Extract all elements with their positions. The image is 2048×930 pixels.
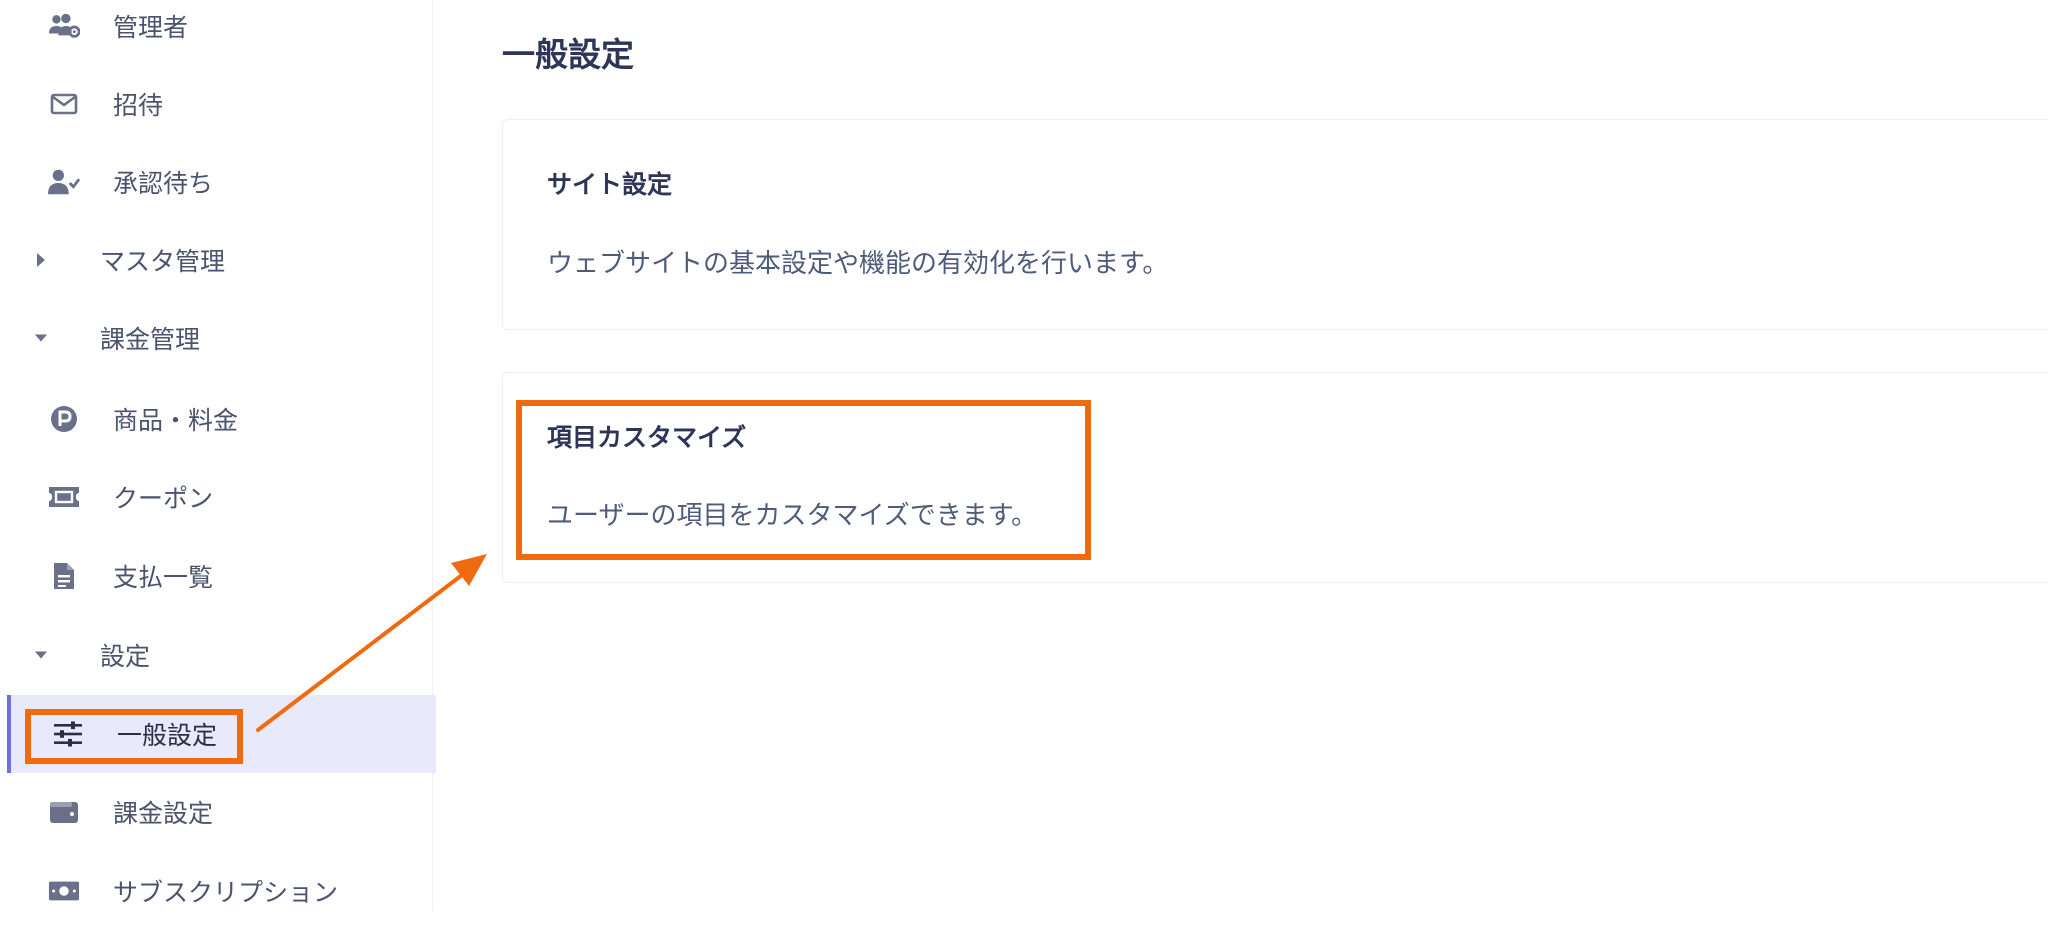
sidebar: 管理者 招待 承認待ち マスタ管理 課金管理 商品・料金 クーポン 支払一覧 設… (0, 0, 436, 911)
card-description: ユーザーの項目をカスタマイズできます。 (547, 501, 1038, 531)
sidebar-item-label: クーポン (113, 484, 214, 513)
card-title: サイト設定 (547, 170, 673, 199)
sidebar-item-general-settings[interactable]: 一般設定 (7, 695, 436, 773)
money-bill-icon (48, 875, 80, 907)
ticket-icon (48, 481, 80, 513)
caret-down-icon (34, 331, 48, 345)
sidebar-item-invite[interactable]: 招待 (0, 65, 432, 143)
sidebar-item-pending[interactable]: 承認待ち (0, 143, 432, 221)
caret-right-icon (34, 253, 48, 267)
sidebar-item-label: サブスクリプション (113, 878, 339, 907)
site-settings-card[interactable]: サイト設定 ウェブサイトの基本設定や機能の有効化を行います。 (502, 119, 2048, 330)
parking-circle-icon (48, 403, 80, 435)
sidebar-item-subscription[interactable]: サブスクリプション (0, 852, 432, 930)
card-title: 項目カスタマイズ (547, 423, 747, 452)
sidebar-item-payments[interactable]: 支払一覧 (0, 537, 432, 615)
sidebar-item-coupon[interactable]: クーポン (0, 458, 432, 536)
sidebar-item-admins[interactable]: 管理者 (0, 0, 432, 65)
sidebar-item-label: 課金設定 (113, 799, 214, 828)
card-description: ウェブサイトの基本設定や機能の有効化を行います。 (547, 249, 1169, 279)
users-gear-icon (48, 10, 80, 42)
caret-down-icon (34, 648, 48, 662)
sidebar-group-master[interactable]: マスタ管理 (0, 221, 432, 299)
envelope-icon (48, 88, 80, 120)
page-title: 一般設定 (502, 35, 634, 74)
sidebar-item-label: 招待 (113, 91, 164, 120)
sidebar-item-products[interactable]: 商品・料金 (0, 380, 432, 458)
sidebar-item-label: 一般設定 (117, 721, 218, 750)
sidebar-group-label: 設定 (100, 642, 151, 671)
sidebar-item-label: 商品・料金 (113, 406, 239, 435)
sidebar-group-label: 課金管理 (100, 325, 201, 354)
sidebar-group-billing[interactable]: 課金管理 (0, 299, 432, 377)
user-check-icon (48, 166, 80, 198)
sidebar-item-label: 承認待ち (113, 169, 214, 198)
sliders-icon (52, 718, 84, 750)
sidebar-item-billing-settings[interactable]: 課金設定 (0, 773, 432, 851)
document-icon (48, 560, 80, 592)
sidebar-group-settings[interactable]: 設定 (0, 616, 432, 694)
wallet-icon (48, 796, 80, 828)
sidebar-group-label: マスタ管理 (100, 247, 226, 276)
field-customize-card[interactable]: 項目カスタマイズ ユーザーの項目をカスタマイズできます。 (502, 372, 2048, 583)
sidebar-item-label: 支払一覧 (113, 563, 214, 592)
sidebar-item-label: 管理者 (113, 13, 189, 42)
